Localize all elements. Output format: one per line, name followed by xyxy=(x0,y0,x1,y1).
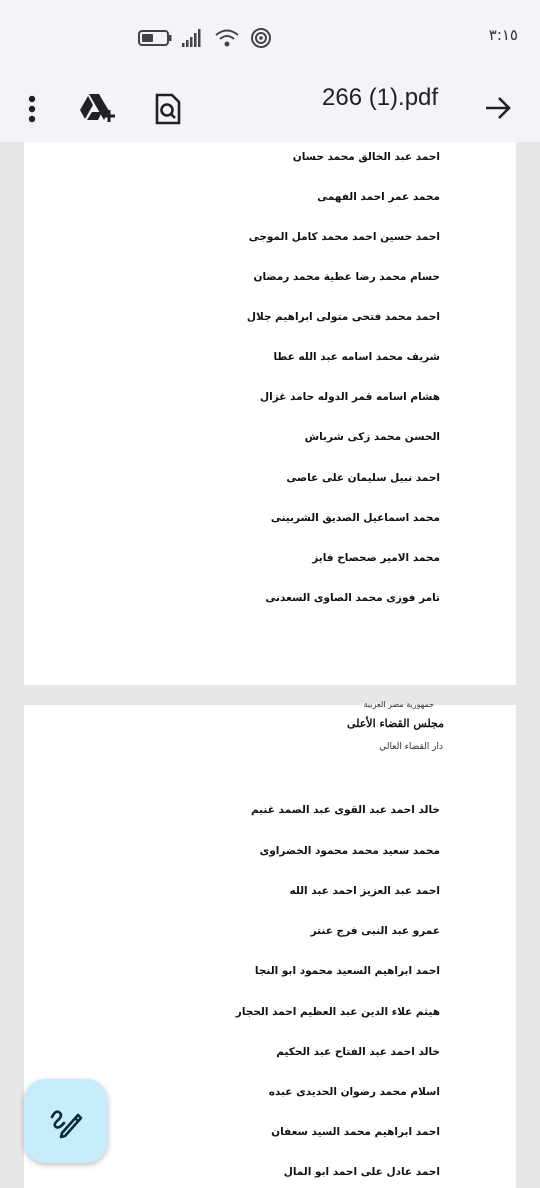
name-line: محمد الامير صحصاح فايز xyxy=(312,552,440,564)
letterhead-country: جمهورية مصر العربية xyxy=(363,700,434,709)
name-line: تامر فوزى محمد الصاوى السعدنى xyxy=(265,592,440,604)
search-document-icon[interactable] xyxy=(154,93,182,129)
name-line: احمد ابراهيم محمد السيد سعفان xyxy=(271,1126,440,1138)
name-line: حسام محمد رضا عطية محمد رمضان xyxy=(253,271,441,283)
name-line: الحسن محمد زكى شرباش xyxy=(304,431,440,443)
signal-icon xyxy=(182,29,201,47)
document-title: 266 (1).pdf xyxy=(322,84,439,111)
letterhead-building: دار القضاء العالي xyxy=(379,742,443,752)
arrow-forward-icon[interactable] xyxy=(484,94,512,126)
name-line: خالد احمد عبد القوى عبد الصمد غنيم xyxy=(250,804,440,816)
more-vert-icon[interactable] xyxy=(24,94,40,128)
wifi-icon xyxy=(215,29,239,47)
letterhead-council: مجلس القضاء الأعلى xyxy=(346,717,444,730)
name-line: احمد عادل على احمد ابو المال xyxy=(283,1166,440,1178)
name-line: محمد عمر احمد الفهمى xyxy=(317,191,440,203)
name-line: احمد عبد الخالق محمد حسان xyxy=(292,151,440,163)
status-icons xyxy=(138,26,272,50)
name-line: شريف محمد اسامه عبد الله عطا xyxy=(273,351,440,363)
status-time: ٣:١٥ xyxy=(488,26,518,44)
name-line: احمد نبيل سليمان على عاصى xyxy=(286,472,440,484)
pdf-page-1: احمد عبد الخالق محمد حسان محمد عمر احمد … xyxy=(24,142,516,685)
name-line: هشام اسامه قمر الدوله حامد غزال xyxy=(260,391,440,403)
name-line: محمد اسماعيل الصديق الشربينى xyxy=(270,512,440,524)
name-line: اسلام محمد رضوان الحديدى عبده xyxy=(268,1086,440,1098)
name-line: احمد ابراهيم السعيد محمود ابو النجا xyxy=(254,965,440,977)
name-line: خالد احمد عبد الفتاح عبد الحكيم xyxy=(276,1046,440,1058)
name-line: احمد حسين احمد محمد كامل الموجى xyxy=(248,231,440,243)
pdf-viewer[interactable]: احمد عبد الخالق محمد حسان محمد عمر احمد … xyxy=(0,142,540,1188)
name-line: محمد سعيد محمد محمود الخضراوى xyxy=(259,845,440,857)
add-to-drive-icon[interactable] xyxy=(78,92,118,128)
name-line: عمرو عبد النبى فرج عنتر xyxy=(310,925,440,937)
battery-icon xyxy=(138,30,172,46)
annotate-button[interactable] xyxy=(24,1079,108,1163)
name-line: احمد عبد العزيز احمد عبد الله xyxy=(289,885,440,897)
name-line: احمد محمد فتحى متولى ابراهيم جلال xyxy=(246,311,440,323)
annotate-pen-icon xyxy=(50,1110,83,1139)
hotspot-icon xyxy=(251,28,271,48)
status-bar: ٣:١٥ xyxy=(0,0,540,76)
app-bar xyxy=(0,76,540,142)
name-line: هيثم علاء الدين عبد العظيم احمد الحجار xyxy=(235,1006,440,1018)
